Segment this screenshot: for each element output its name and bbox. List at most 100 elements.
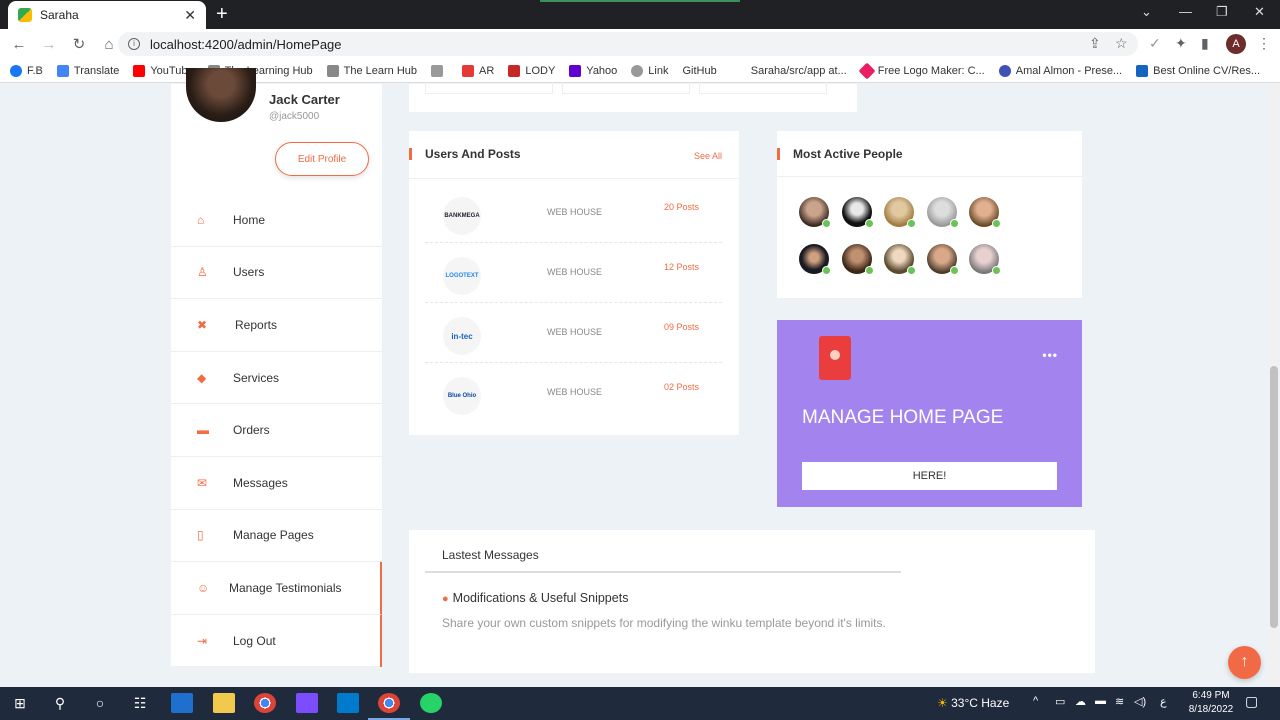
maximize-icon[interactable]: ❐ xyxy=(1216,4,1228,20)
sidebar-item-home[interactable]: ⌂ Home xyxy=(171,194,382,247)
vscode-icon[interactable] xyxy=(337,693,359,713)
edit-profile-button[interactable]: Edit Profile xyxy=(275,142,369,176)
list-item[interactable]: in-tec WEB HOUSE 09 Posts xyxy=(425,303,722,363)
bookmark-item[interactable]: Yahoo xyxy=(569,64,617,77)
post-count: 20 Posts xyxy=(664,202,700,212)
check-icon[interactable]: ✓ xyxy=(1149,35,1161,52)
menu-dots-icon[interactable]: ⋮ xyxy=(1257,35,1271,52)
tab-indicator xyxy=(540,0,740,2)
bookmark-item[interactable] xyxy=(431,64,448,77)
avatar[interactable] xyxy=(926,197,959,228)
extensions-icon[interactable]: ✦ xyxy=(1175,35,1187,52)
here-button[interactable]: HERE! xyxy=(802,462,1057,490)
avatar[interactable] xyxy=(799,197,831,228)
sidepanel-icon[interactable]: ▮ xyxy=(1201,35,1209,52)
language-indicator[interactable]: ع xyxy=(1160,695,1167,708)
window-close-icon[interactable]: ✕ xyxy=(1254,4,1265,20)
bookmark-item[interactable]: Saraha/src/app at... xyxy=(751,65,847,77)
bookmark-item[interactable]: Link xyxy=(631,64,668,77)
bookmark-item[interactable]: Amal Almon - Prese... xyxy=(998,64,1122,77)
tab-favicon-icon xyxy=(18,8,32,22)
company-name: WEB HOUSE xyxy=(547,327,603,337)
volume-icon[interactable]: ◁) xyxy=(1134,695,1146,708)
reload-icon[interactable]: ↻ xyxy=(66,35,92,53)
bookmark-item[interactable]: YouTube xyxy=(133,64,194,77)
share-icon[interactable]: ⇪ xyxy=(1089,35,1101,52)
avatar[interactable] xyxy=(884,244,916,275)
profile-handle: @jack5000 xyxy=(269,111,320,122)
bookmark-item[interactable]: AR xyxy=(462,64,494,77)
bookmark-item[interactable]: Best Online CV/Res... xyxy=(1136,64,1260,77)
sidebar-item-orders[interactable]: ▬ Orders xyxy=(171,404,382,457)
forward-icon[interactable]: → xyxy=(36,36,62,53)
wifi-icon[interactable]: ≋ xyxy=(1115,695,1124,708)
visual-studio-icon[interactable] xyxy=(296,693,318,713)
system-clock[interactable]: 6:49 PM 8/18/2022 xyxy=(1180,689,1242,717)
bookmark-star-icon[interactable]: ☆ xyxy=(1115,35,1128,52)
avatar[interactable] xyxy=(884,197,916,228)
company-name: WEB HOUSE xyxy=(547,267,603,277)
list-item[interactable]: LOGOTEXT WEB HOUSE 12 Posts xyxy=(425,243,722,303)
cloud-icon[interactable]: ☁ xyxy=(1075,695,1086,708)
message-subject[interactable]: ● Modifications & Useful Snippets xyxy=(442,591,628,605)
scrollbar-thumb[interactable] xyxy=(1270,366,1278,628)
notifications-icon[interactable]: ▢ xyxy=(1245,693,1258,710)
sidebar-item-manage-pages[interactable]: ▯ Manage Pages xyxy=(171,510,382,563)
new-tab-icon[interactable]: + xyxy=(216,3,228,25)
whatsapp-icon[interactable] xyxy=(420,693,442,713)
search-icon[interactable]: ⚲ xyxy=(49,693,71,713)
chrome-active-icon[interactable] xyxy=(378,693,400,713)
see-all-link[interactable]: See All xyxy=(694,151,722,161)
chrome-icon[interactable] xyxy=(254,693,276,713)
more-options-icon[interactable]: ••• xyxy=(1042,348,1058,362)
users-posts-title: Users And Posts xyxy=(409,147,521,161)
bookmark-item[interactable]: GitHub xyxy=(682,65,716,77)
site-info-icon[interactable]: i xyxy=(128,38,140,50)
profile-avatar[interactable]: A xyxy=(1226,34,1246,54)
tray-icon[interactable]: ▭ xyxy=(1055,695,1065,708)
online-indicator xyxy=(822,266,831,275)
avatar[interactable] xyxy=(841,197,874,228)
sidebar-item-reports[interactable]: ✖ Reports xyxy=(171,299,382,352)
manage-home-card: ••• MANAGE HOME PAGE HERE! xyxy=(777,320,1082,507)
battery-icon[interactable]: ▬ xyxy=(1095,695,1106,707)
avatar[interactable] xyxy=(799,244,831,275)
close-icon[interactable]: ✕ xyxy=(184,7,196,24)
address-bar[interactable]: i localhost:4200/admin/HomePage xyxy=(118,32,1138,56)
bookmark-item[interactable]: The Learn Hub xyxy=(326,64,417,77)
tab-search-icon[interactable]: ⌄ xyxy=(1141,4,1152,20)
back-icon[interactable]: ← xyxy=(6,36,32,53)
browser-tab[interactable]: Saraha ✕ xyxy=(8,1,206,29)
tray-chevron-icon[interactable]: ^ xyxy=(1033,695,1038,707)
weather-widget[interactable]: ☀ 33°C Haze xyxy=(937,696,1009,710)
file-explorer-icon[interactable] xyxy=(213,693,235,713)
cortana-icon[interactable]: ○ xyxy=(89,693,111,713)
windows-start-icon[interactable]: ⊞ xyxy=(9,693,31,713)
list-item[interactable]: Blue Ohio WEB HOUSE 02 Posts xyxy=(425,363,722,423)
bookmark-item[interactable]: LODY xyxy=(508,64,555,77)
avatar[interactable] xyxy=(969,244,1001,275)
minimize-icon[interactable]: — xyxy=(1179,4,1192,19)
columns-icon: ▯ xyxy=(197,528,204,543)
sidebar-item-users[interactable]: ♙ Users xyxy=(171,247,382,300)
bookmark-item[interactable]: Translate xyxy=(56,64,119,77)
scroll-top-button[interactable]: ↑ xyxy=(1228,646,1261,679)
bookmark-item[interactable]: Free Logo Maker: C... xyxy=(858,62,985,79)
post-count: 12 Posts xyxy=(664,262,700,272)
sidebar-item-logout[interactable]: ⇥ Log Out xyxy=(171,614,382,668)
sidebar-item-messages[interactable]: ✉ Messages xyxy=(171,457,382,510)
avatar[interactable] xyxy=(969,197,1001,228)
mail-icon[interactable] xyxy=(171,693,193,713)
bookmark-item[interactable]: F.B xyxy=(10,64,43,77)
online-indicator xyxy=(907,266,916,275)
sidebar-item-services[interactable]: ◆ Services xyxy=(171,352,382,405)
messages-divider xyxy=(425,571,901,573)
windows-taskbar: ⊞ ⚲ ○ ☷ ☀ 33°C Haze ^ ▭ ☁ ▬ ≋ ◁) ع 6:49 … xyxy=(0,687,1280,720)
task-view-icon[interactable]: ☷ xyxy=(129,693,151,713)
page-scrollbar[interactable] xyxy=(1268,84,1280,686)
list-item[interactable]: BANKMEGA WEB HOUSE 20 Posts xyxy=(425,183,722,243)
avatar[interactable] xyxy=(926,244,959,275)
avatar[interactable] xyxy=(841,244,874,275)
company-name: WEB HOUSE xyxy=(547,207,603,217)
sidebar-item-manage-testimonials[interactable]: ☺ Manage Testimonials xyxy=(171,562,382,615)
